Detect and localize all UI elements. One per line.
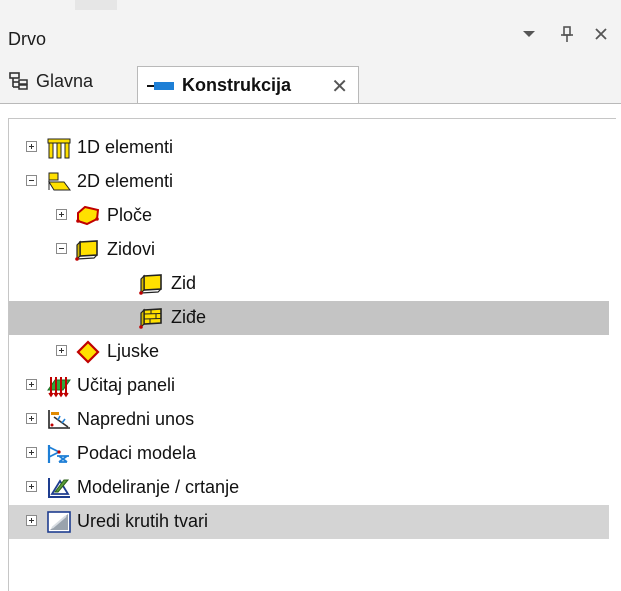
- panel-title: Drvo: [8, 29, 47, 49]
- tree-item-label: 2D elementi: [77, 171, 174, 191]
- tree-view[interactable]: 1D elementi 2D elementi Ploče Zidovi Zid: [8, 118, 616, 591]
- tree-structure-icon: [8, 71, 30, 91]
- shells-icon: [75, 340, 101, 364]
- chevron-down-icon[interactable]: [516, 20, 542, 48]
- tree-item-ucitaj-paneli[interactable]: Učitaj paneli: [9, 369, 609, 403]
- expand-button[interactable]: [26, 379, 37, 390]
- tree-item-uredi-krutih-tvari[interactable]: Uredi krutih tvari: [9, 505, 609, 539]
- tree-item-zid[interactable]: Zid: [9, 267, 609, 301]
- close-icon[interactable]: ✕: [331, 74, 348, 99]
- tree-item-podaci-modela[interactable]: Podaci modela: [9, 437, 609, 471]
- expand-button[interactable]: [26, 515, 37, 526]
- tree-item-label: Ploče: [107, 205, 153, 225]
- tree-item-zide[interactable]: Ziđe: [9, 301, 609, 335]
- top-strip: [0, 0, 621, 10]
- collapse-button[interactable]: [26, 175, 37, 186]
- pin-icon[interactable]: [554, 20, 580, 48]
- walls-icon: [75, 238, 101, 262]
- load-panels-icon: [46, 374, 72, 398]
- tree-item-label: Ljuske: [107, 341, 160, 361]
- expand-button[interactable]: [26, 413, 37, 424]
- tree-item-label: Uredi krutih tvari: [77, 511, 209, 531]
- expand-button[interactable]: [26, 481, 37, 492]
- tree-item-modeliranje-crtanje[interactable]: Modeliranje / crtanje: [9, 471, 609, 505]
- expand-button[interactable]: [56, 209, 67, 220]
- tree-item-1d-elementi[interactable]: 1D elementi: [9, 131, 609, 165]
- tree-item-2d-elementi[interactable]: 2D elementi: [9, 165, 609, 199]
- expand-button[interactable]: [56, 345, 67, 356]
- tree-item-label: Modeliranje / crtanje: [77, 477, 240, 497]
- tree-item-napredni-unos[interactable]: Napredni unos: [9, 403, 609, 437]
- panel-titlebar: Drvo: [0, 10, 621, 58]
- beam-icon: [146, 79, 176, 93]
- tree-item-label: 1D elementi: [77, 137, 174, 157]
- modeling-drawing-icon: [46, 476, 72, 500]
- masonry-icon: [139, 306, 165, 330]
- tree-item-label: Ziđe: [171, 307, 207, 327]
- tree-item-label: Podaci modela: [77, 443, 197, 463]
- advanced-input-icon: [46, 408, 72, 432]
- tree-item-label: Napredni unos: [77, 409, 195, 429]
- tree-item-ploce[interactable]: Ploče: [9, 199, 609, 233]
- tree-item-ljuske[interactable]: Ljuske: [9, 335, 609, 369]
- expand-button[interactable]: [26, 141, 37, 152]
- rigid-bodies-icon: [46, 510, 72, 534]
- tree-item-label: Učitaj paneli: [77, 375, 176, 395]
- tab-konstrukcija[interactable]: Konstrukcija ✕: [137, 66, 359, 104]
- expand-button[interactable]: [26, 447, 37, 458]
- tab-strip: Glavna Konstrukcija ✕: [0, 58, 621, 104]
- slab-icon: [75, 204, 101, 228]
- 2d-elements-icon: [46, 170, 72, 194]
- tab-label: Konstrukcija: [182, 75, 292, 95]
- tree-item-label: Zidovi: [107, 239, 156, 259]
- top-strip-tab: [75, 0, 117, 10]
- model-data-icon: [46, 442, 72, 466]
- tab-label: Glavna: [36, 70, 94, 91]
- tab-glavna[interactable]: Glavna: [8, 64, 132, 98]
- close-icon[interactable]: [588, 20, 614, 48]
- tree-item-label: Zid: [171, 273, 197, 293]
- wall-icon: [139, 272, 165, 296]
- tab-divider: [0, 103, 621, 104]
- 1d-elements-icon: [46, 136, 72, 160]
- tree-item-zidovi[interactable]: Zidovi: [9, 233, 609, 267]
- collapse-button[interactable]: [56, 243, 67, 254]
